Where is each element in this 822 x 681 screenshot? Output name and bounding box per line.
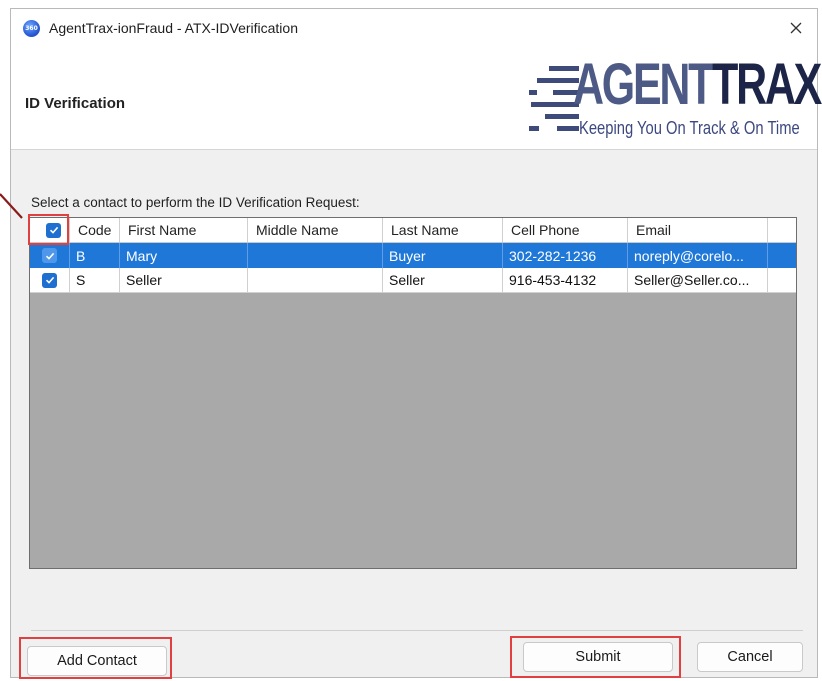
grid-header-row: Code First Name Middle Name Last Name Ce… bbox=[30, 218, 796, 243]
close-icon bbox=[790, 22, 802, 34]
footer-divider bbox=[31, 630, 803, 631]
cell-cell-phone: 916-453-4132 bbox=[503, 268, 628, 292]
instruction-text: Select a contact to perform the ID Verif… bbox=[31, 195, 360, 210]
column-header-filler bbox=[768, 218, 796, 242]
cell-middle-name bbox=[248, 268, 383, 292]
logo-word-trax: TRAX bbox=[712, 52, 822, 117]
cell-email: Seller@Seller.co... bbox=[628, 268, 768, 292]
checkmark-icon bbox=[49, 226, 58, 234]
cell-filler bbox=[768, 268, 796, 292]
submit-button[interactable]: Submit bbox=[523, 642, 673, 672]
window-title: AgentTrax-ionFraud - ATX-IDVerification bbox=[49, 20, 298, 36]
table-row[interactable]: S Seller Seller 916-453-4132 Seller@Sell… bbox=[30, 268, 796, 293]
close-button[interactable] bbox=[783, 15, 809, 41]
cell-last-name: Seller bbox=[383, 268, 503, 292]
cell-first-name: Mary bbox=[120, 243, 248, 268]
column-header-first-name[interactable]: First Name bbox=[120, 218, 248, 242]
checkmark-icon bbox=[45, 252, 54, 260]
column-header-email[interactable]: Email bbox=[628, 218, 768, 242]
select-all-cell[interactable] bbox=[30, 218, 70, 242]
add-contact-button[interactable]: Add Contact bbox=[27, 646, 167, 676]
logo-wordmark: AGENTTRAX bbox=[573, 52, 822, 118]
title-bar[interactable]: 360 AgentTrax-ionFraud - ATX-IDVerificat… bbox=[11, 9, 817, 47]
cell-middle-name bbox=[248, 243, 383, 268]
checkmark-icon bbox=[45, 276, 54, 284]
cell-code: S bbox=[70, 268, 120, 292]
cancel-button[interactable]: Cancel bbox=[697, 642, 803, 672]
column-header-middle-name[interactable]: Middle Name bbox=[248, 218, 383, 242]
contacts-grid[interactable]: Code First Name Middle Name Last Name Ce… bbox=[29, 217, 797, 569]
row-checkbox-cell[interactable] bbox=[30, 268, 70, 292]
row-checkbox[interactable] bbox=[42, 248, 57, 263]
dialog-window: 360 AgentTrax-ionFraud - ATX-IDVerificat… bbox=[10, 8, 822, 678]
dialog-header: ID Verification AGENTTRAX Keeping You On… bbox=[11, 47, 822, 150]
cell-first-name: Seller bbox=[120, 268, 248, 292]
agenttrax-logo: AGENTTRAX Keeping You On Track & On Time bbox=[527, 52, 822, 144]
row-checkbox-cell[interactable] bbox=[30, 243, 70, 268]
cell-filler bbox=[768, 243, 796, 268]
cell-code: B bbox=[70, 243, 120, 268]
select-all-checkbox[interactable] bbox=[46, 222, 61, 238]
column-header-cell-phone[interactable]: Cell Phone bbox=[503, 218, 628, 242]
cell-email: noreply@corelo... bbox=[628, 243, 768, 268]
cell-cell-phone: 302-282-1236 bbox=[503, 243, 628, 268]
row-checkbox[interactable] bbox=[42, 272, 57, 288]
column-header-code[interactable]: Code bbox=[70, 218, 120, 242]
cell-last-name: Buyer bbox=[383, 243, 503, 268]
logo-tagline: Keeping You On Track & On Time bbox=[579, 118, 800, 138]
table-row[interactable]: B Mary Buyer 302-282-1236 noreply@corelo… bbox=[30, 243, 796, 268]
app-icon: 360 bbox=[23, 20, 40, 37]
page-title: ID Verification bbox=[25, 95, 126, 112]
column-header-last-name[interactable]: Last Name bbox=[383, 218, 503, 242]
logo-word-agent: AGENT bbox=[573, 52, 714, 117]
